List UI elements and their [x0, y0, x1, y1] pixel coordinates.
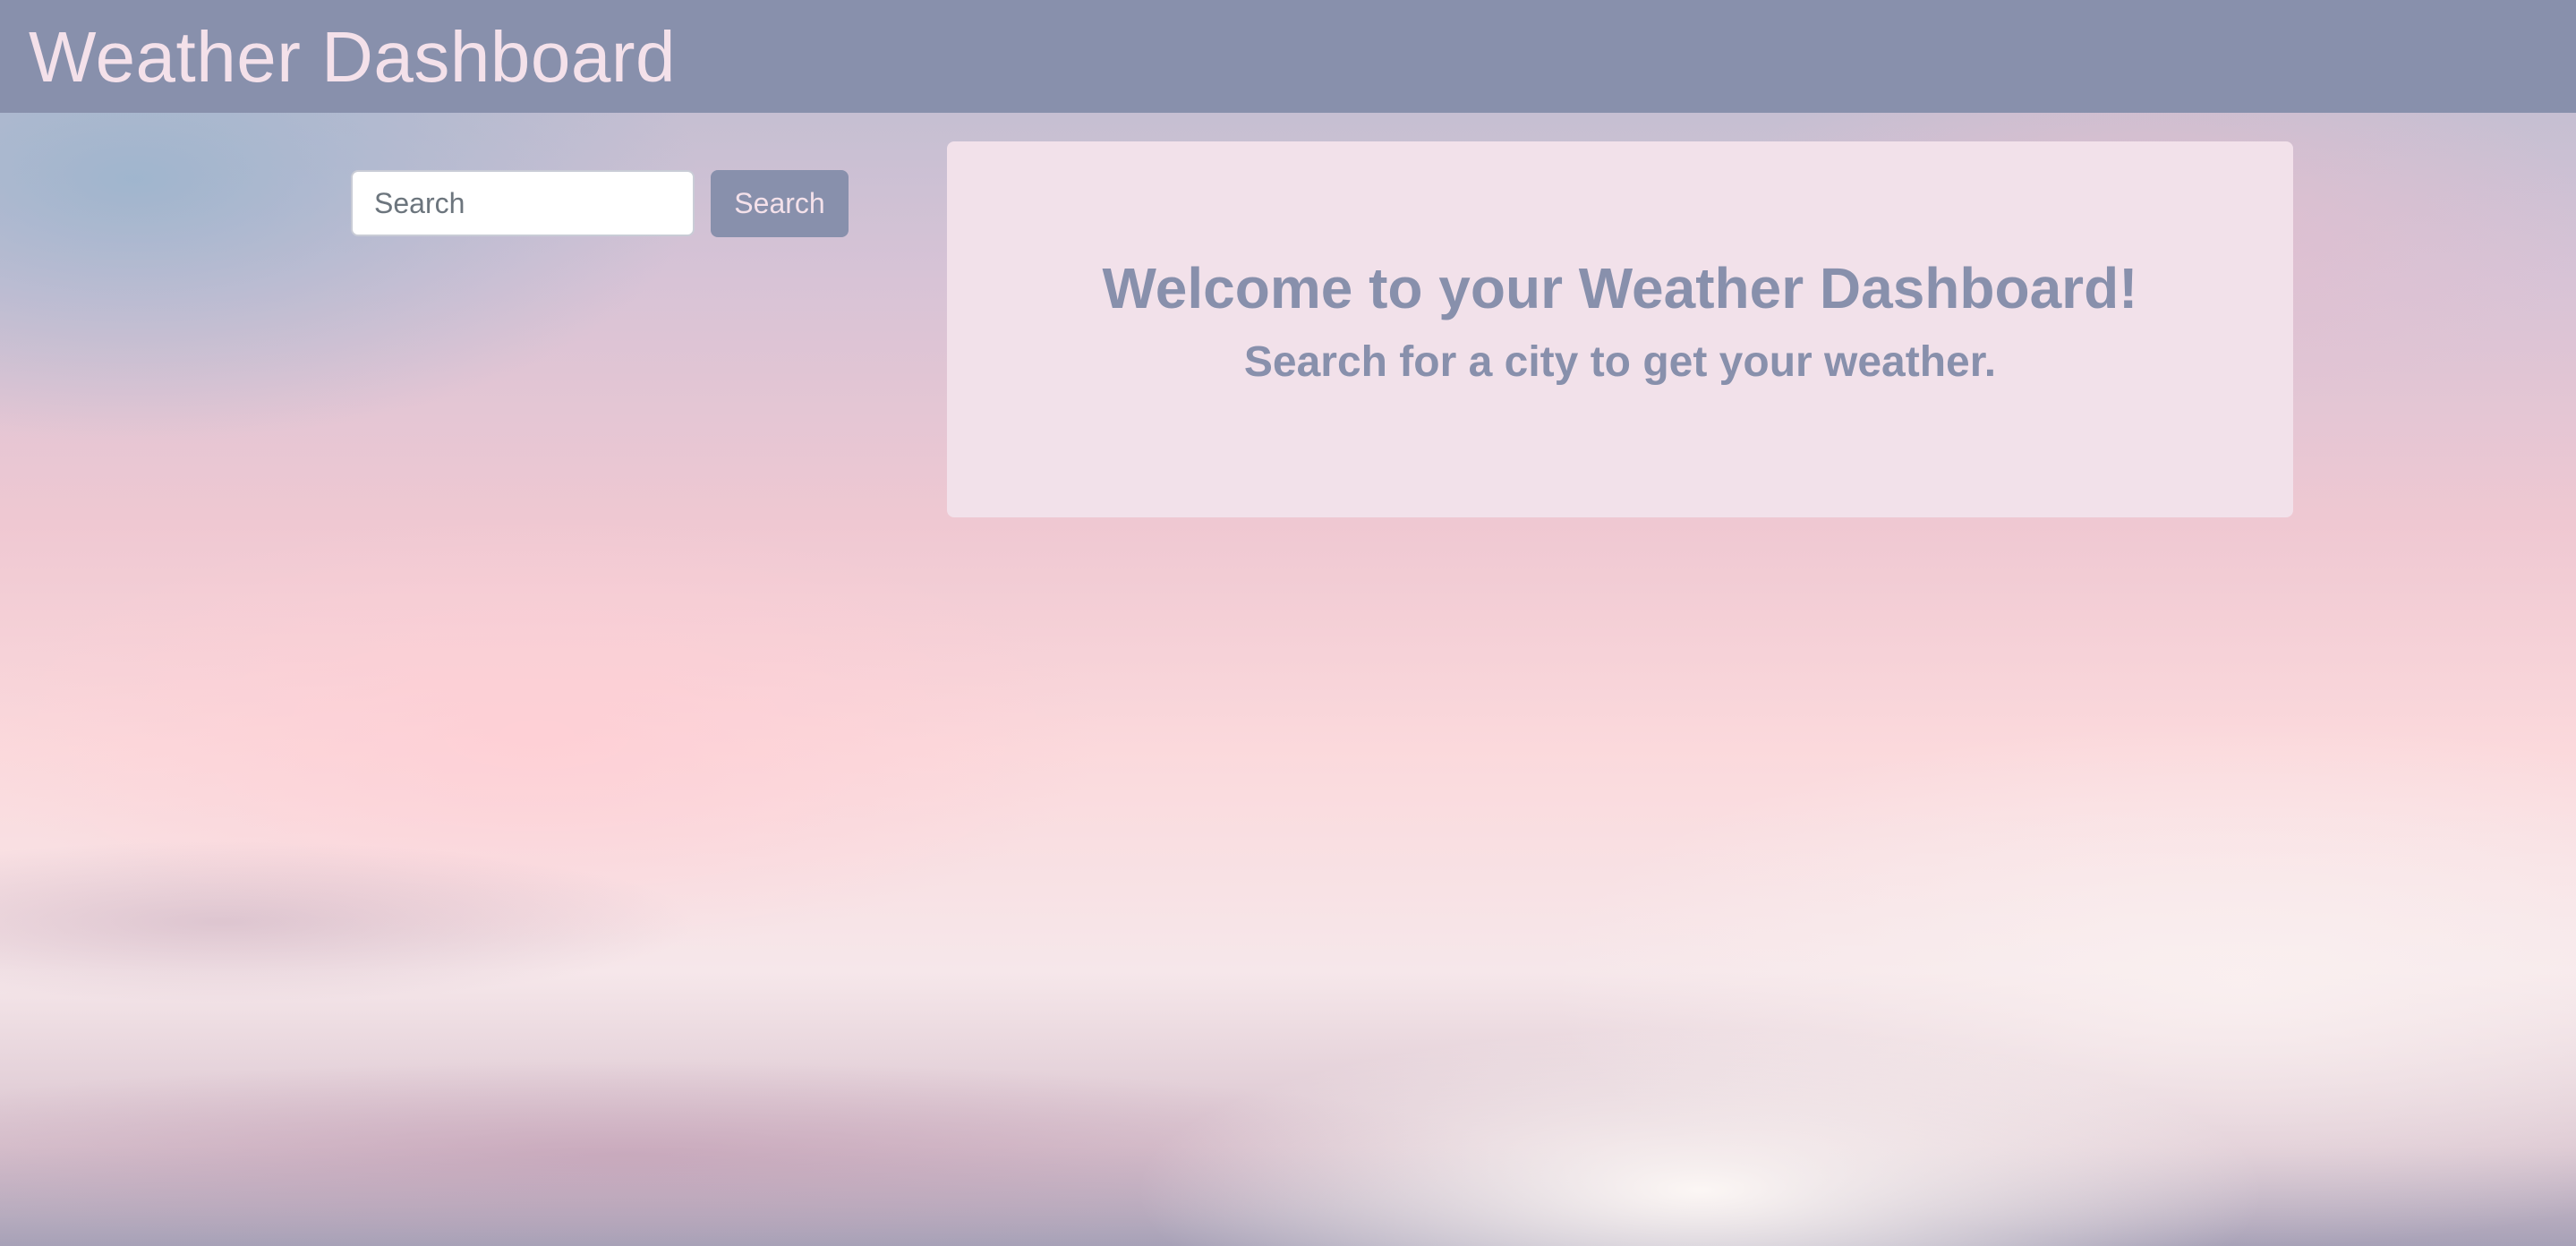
app-header: Weather Dashboard: [0, 0, 2576, 113]
welcome-card: Welcome to your Weather Dashboard! Searc…: [947, 141, 2293, 517]
search-button[interactable]: Search: [711, 170, 849, 237]
welcome-heading: Welcome to your Weather Dashboard!: [1102, 256, 2138, 320]
city-search-input[interactable]: [351, 170, 695, 236]
app-title: Weather Dashboard: [29, 17, 676, 97]
welcome-subheading: Search for a city to get your weather.: [1243, 338, 1997, 386]
